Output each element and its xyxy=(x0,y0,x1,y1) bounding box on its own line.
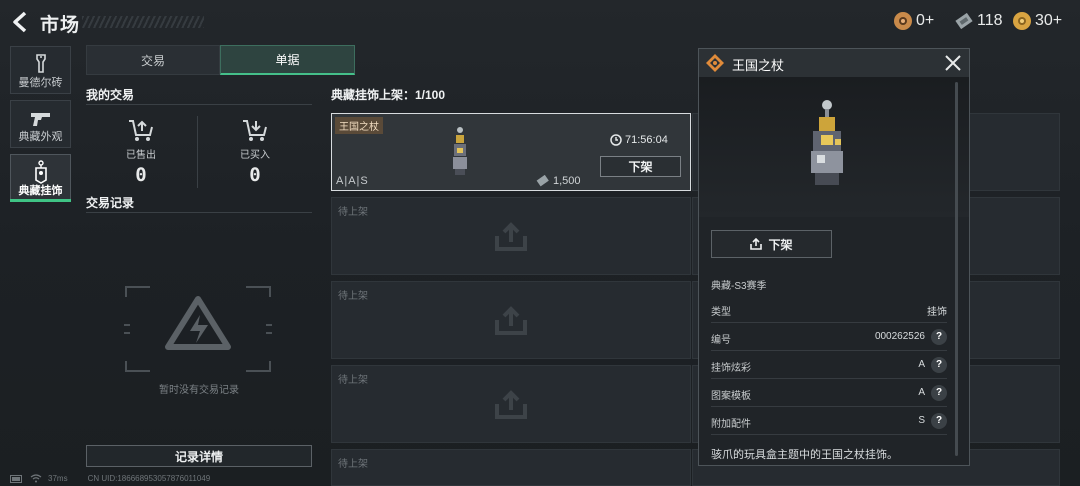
item-detail-panel: 王国之杖 下架 典藏-S3赛季 类型 挂饰 编号 000262526 ? 挂饰炫… xyxy=(698,48,970,466)
bought-stat: 已买入 0 xyxy=(200,118,310,186)
divider xyxy=(86,212,312,213)
nav-label: 曼德尔砖 xyxy=(18,77,63,89)
listed-item-card[interactable]: 王国之杖 71:56:04 下架 A|A|S 1,500 xyxy=(331,113,691,191)
upload-icon xyxy=(495,390,527,419)
pending-slot[interactable]: 待上架 xyxy=(331,281,691,359)
uid-text: CN UID:18666895305787601104​9 xyxy=(87,474,211,483)
nav-item-mandel-brick[interactable]: 曼德尔砖 xyxy=(10,46,71,94)
pending-label: 待上架 xyxy=(338,459,368,470)
banknote-icon xyxy=(536,175,549,187)
pending-label: 待上架 xyxy=(338,291,368,302)
back-arrow-icon[interactable] xyxy=(8,9,34,35)
attr-row-id: 编号 000262526 ? xyxy=(711,323,947,351)
item-name-tag: 王国之杖 xyxy=(335,117,383,134)
item-description: 骇爪的玩具盒主题中的王国之杖挂饰。 xyxy=(711,449,898,461)
empty-warning-icon xyxy=(124,286,272,372)
attr-value: 挂饰 xyxy=(927,307,947,318)
attr-row-accessory: 附加配件 S ? xyxy=(711,407,947,435)
gun-icon xyxy=(30,113,50,126)
attr-row-type: 类型 挂饰 xyxy=(711,295,947,323)
bought-count: 0 xyxy=(249,164,261,186)
panel-delist-button[interactable]: 下架 xyxy=(711,230,832,258)
tab-orders[interactable]: 单据 xyxy=(220,45,355,75)
item-grades: A|A|S xyxy=(336,175,369,187)
sold-cart-icon xyxy=(129,120,153,141)
upload-icon xyxy=(495,306,527,335)
charm-tag-icon xyxy=(34,160,47,184)
help-icon[interactable]: ? xyxy=(931,329,947,345)
panel-delist-label: 下架 xyxy=(768,237,793,252)
attr-key: 附加配件 xyxy=(711,419,751,430)
listing-timer: 71:56:04 xyxy=(610,134,668,146)
nav-item-skins[interactable]: 典藏外观 xyxy=(10,100,71,148)
price-value: 1,500 xyxy=(553,175,581,187)
attr-key: 类型 xyxy=(711,307,731,318)
currency-banknote[interactable]: 118 xyxy=(955,12,1003,30)
pending-label: 待上架 xyxy=(338,375,368,386)
item-price: 1,500 xyxy=(536,175,581,187)
close-icon[interactable] xyxy=(943,53,963,73)
sold-count: 0 xyxy=(135,164,147,186)
stat-divider xyxy=(197,116,198,188)
divider xyxy=(86,104,312,105)
currency-gold[interactable]: 30+ xyxy=(1013,12,1062,30)
season-label: 典藏-S3赛季 xyxy=(711,281,767,292)
title-decoration xyxy=(82,16,204,28)
page-title: 市场 xyxy=(40,15,81,36)
sold-label: 已售出 xyxy=(126,150,156,161)
listing-count-header: 典藏挂饰上架：1/100 xyxy=(331,88,446,102)
pending-slot[interactable]: 待上架 xyxy=(331,365,691,443)
tab-trade[interactable]: 交易 xyxy=(86,45,220,75)
sold-stat: 已售出 0 xyxy=(86,118,196,186)
attr-row-color: 挂饰炫彩 A ? xyxy=(711,351,947,379)
pending-slot[interactable]: 待上架 xyxy=(331,449,691,486)
coin-token-icon xyxy=(894,12,912,30)
wifi-icon xyxy=(30,474,42,483)
attr-key: 挂饰炫彩 xyxy=(711,363,751,374)
upload-icon xyxy=(750,238,763,250)
help-icon[interactable]: ? xyxy=(931,357,947,373)
pending-label: 待上架 xyxy=(338,207,368,218)
bought-cart-icon xyxy=(243,120,267,141)
help-icon[interactable]: ? xyxy=(931,385,947,401)
panel-header: 王国之杖 xyxy=(699,49,969,77)
rarity-emblem-icon xyxy=(706,54,724,72)
panel-scrollbar[interactable] xyxy=(955,82,958,456)
item-preview xyxy=(699,77,969,217)
empty-history-text: 暂时没有交易记录 xyxy=(159,385,239,396)
upload-icon xyxy=(495,222,527,251)
timer-value: 71:56:04 xyxy=(625,134,668,146)
attr-value: 000262526 xyxy=(874,331,925,342)
currency-gold-value: 30+ xyxy=(1035,12,1063,29)
currency-banknote-value: 118 xyxy=(977,12,1003,29)
battery-icon xyxy=(10,474,22,483)
scepter-charm-thumbnail xyxy=(453,127,467,175)
ping-value: 37ms xyxy=(48,474,68,483)
attr-value: A xyxy=(918,359,925,370)
attr-key: 编号 xyxy=(711,335,731,346)
bought-label: 已买入 xyxy=(240,150,270,161)
banknote-icon xyxy=(955,13,973,29)
scepter-charm-image xyxy=(811,100,843,185)
nav-label: 典藏外观 xyxy=(18,131,63,143)
clock-icon xyxy=(610,134,622,146)
currency-token[interactable]: 0+ xyxy=(894,12,934,30)
currency-token-value: 0+ xyxy=(916,12,935,29)
delist-button[interactable]: 下架 xyxy=(600,156,681,177)
gold-coin-icon xyxy=(1013,12,1031,30)
nav-label: 典藏挂饰 xyxy=(18,185,63,197)
history-title: 交易记录 xyxy=(86,196,135,210)
panel-title: 王国之杖 xyxy=(732,58,785,73)
attr-value: S xyxy=(918,415,925,426)
history-details-button[interactable]: 记录详情 xyxy=(86,445,312,467)
nav-item-charms[interactable]: 典藏挂饰 xyxy=(10,154,71,202)
attr-value: A xyxy=(918,387,925,398)
attr-row-pattern: 图案模板 A ? xyxy=(711,379,947,407)
brick-icon xyxy=(35,54,46,73)
my-trades-title: 我的交易 xyxy=(86,88,135,102)
status-footer: 37ms CN UID:18666895305787601104​9 xyxy=(10,474,210,483)
help-icon[interactable]: ? xyxy=(931,413,947,429)
attr-key: 图案模板 xyxy=(711,391,751,402)
pending-slot[interactable]: 待上架 xyxy=(331,197,691,275)
